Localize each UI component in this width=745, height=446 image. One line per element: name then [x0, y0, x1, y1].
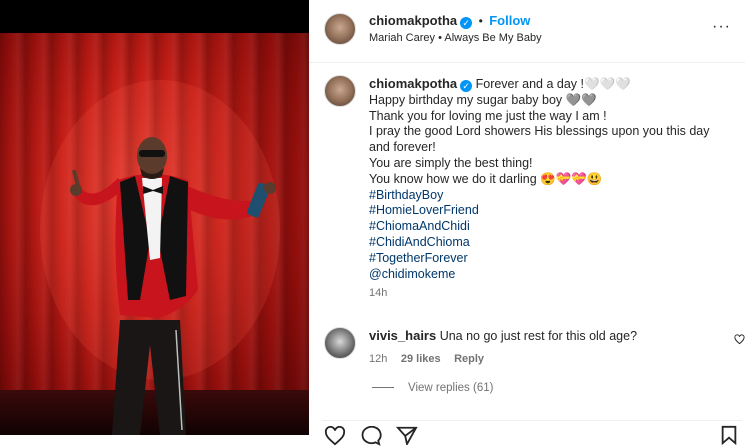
hashtag-link[interactable]: #HomieLoverFriend [369, 203, 729, 219]
follow-button[interactable]: Follow [489, 13, 530, 28]
author-avatar[interactable] [324, 13, 356, 45]
verified-badge-icon: ✓ [460, 17, 473, 29]
caption-line: Thank you for loving me just the way I a… [369, 108, 607, 123]
post-image[interactable] [0, 0, 309, 435]
comment-likes[interactable]: 29 likes [401, 353, 441, 365]
comment-like-heart-icon[interactable] [734, 334, 745, 345]
post-details-panel: chiomakpotha ✓ • Follow Mariah Carey • Al… [309, 0, 745, 446]
caption-line: I pray the good Lord showers His blessin… [369, 124, 710, 139]
verified-badge-icon: ✓ [460, 80, 473, 92]
caption-author-avatar[interactable] [324, 75, 356, 107]
post-caption: chiomakpotha ✓ Forever and a day !🤍🤍🤍 Hap… [369, 76, 729, 302]
comment-text: Una no go just rest for this old age? [439, 329, 638, 343]
share-icon[interactable] [396, 425, 418, 445]
caption-line: You know how we do it darling 😍💝💝😃 [369, 171, 603, 186]
caption-author-username[interactable]: chiomakpotha [369, 76, 457, 91]
reply-button[interactable]: Reply [454, 353, 484, 365]
commenter-username[interactable]: vivis_hairs [369, 328, 436, 343]
bookmark-icon[interactable] [720, 425, 738, 445]
more-options-icon[interactable]: ··· [712, 18, 731, 36]
post-header: chiomakpotha ✓ • Follow Mariah Carey • Al… [309, 0, 745, 63]
hashtag-link[interactable]: #ChiomaAndChidi [369, 219, 729, 235]
comment-item: vivis_hairs Una no go just rest for this… [369, 328, 637, 365]
hashtag-link[interactable]: #TogetherForever [369, 251, 729, 267]
caption-line: and forever! [369, 140, 436, 155]
caption-timestamp[interactable]: 14h [369, 286, 729, 302]
author-username[interactable]: chiomakpotha [369, 13, 457, 28]
commenter-avatar[interactable] [324, 327, 356, 359]
view-replies-button[interactable]: View replies (61) [372, 382, 493, 394]
heart-icon[interactable] [324, 426, 346, 446]
caption-line: Forever and a day !🤍🤍🤍 [475, 77, 631, 91]
man-in-red-suit-illustration [40, 80, 280, 435]
hashtag-link[interactable]: #BirthdayBoy [369, 188, 729, 204]
caption-line: You are simply the best thing! [369, 155, 533, 170]
comment-timestamp[interactable]: 12h [369, 353, 387, 365]
post-action-bar [322, 420, 742, 446]
mention-link[interactable]: @chidimokeme [369, 267, 729, 283]
caption-line: Happy birthday my sugar baby boy 🩶🩶 [369, 92, 597, 107]
hashtag-link[interactable]: #ChidiAndChioma [369, 235, 729, 251]
comment-icon[interactable] [360, 426, 382, 446]
audio-track[interactable]: Mariah Carey • Always Be My Baby [369, 32, 542, 44]
